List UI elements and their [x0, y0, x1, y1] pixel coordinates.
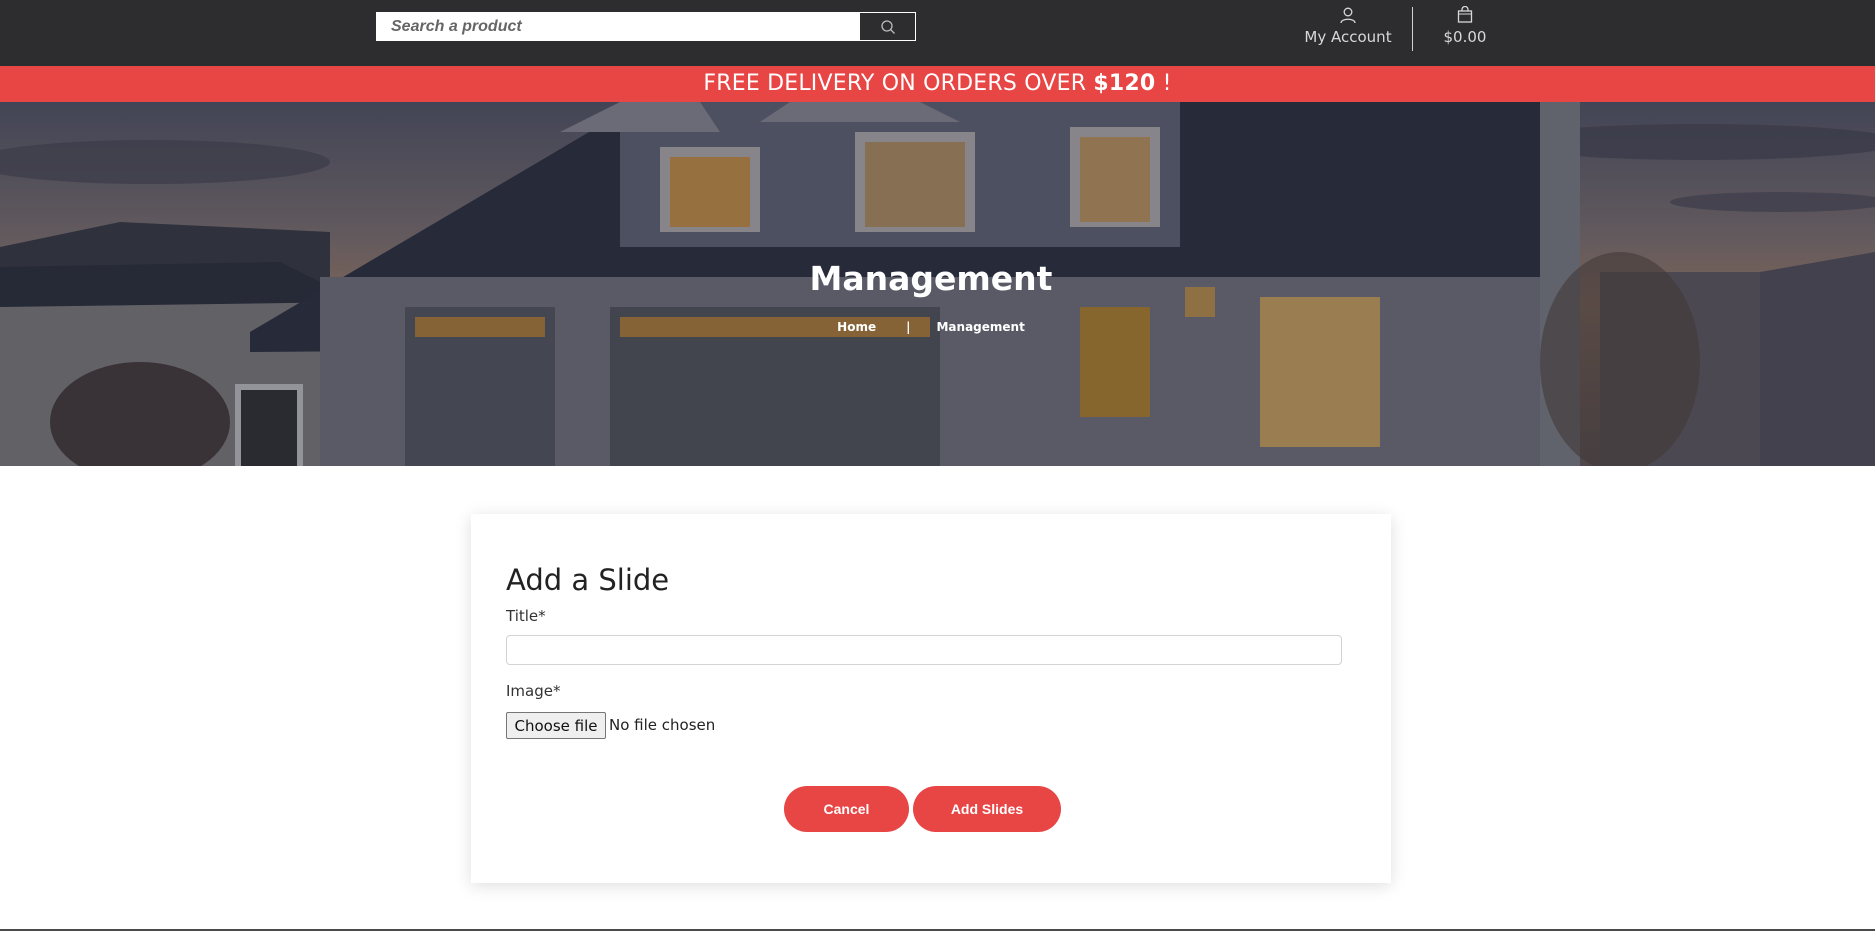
- promo-amount: $120: [1093, 71, 1156, 96]
- file-status: No file chosen: [609, 716, 716, 734]
- title-label: Title*: [506, 607, 546, 625]
- cart-total: $0.00: [1443, 28, 1487, 46]
- search-button[interactable]: [859, 12, 916, 41]
- free-delivery-banner: FREE DELIVERY ON ORDERS OVER $120 !: [0, 66, 1875, 102]
- choose-file-button[interactable]: Choose file: [506, 712, 606, 739]
- cart-link[interactable]: $0.00: [1430, 5, 1500, 52]
- my-account-link[interactable]: My Account: [1298, 6, 1398, 52]
- top-navigation-bar: My Account $0.00: [0, 0, 1875, 66]
- search-icon: [880, 19, 895, 34]
- hero-banner: Management Home | Management: [0, 102, 1875, 466]
- breadcrumb-separator: |: [906, 320, 911, 334]
- promo-text: FREE DELIVERY ON ORDERS OVER: [703, 71, 1094, 96]
- my-account-label: My Account: [1304, 28, 1392, 46]
- search-input[interactable]: [376, 12, 859, 41]
- title-input[interactable]: [506, 635, 1342, 665]
- shopping-bag-icon: [1430, 5, 1500, 28]
- cancel-button[interactable]: Cancel: [784, 786, 909, 832]
- breadcrumb-current: Management: [936, 320, 1025, 334]
- breadcrumb-home[interactable]: Home: [837, 320, 876, 334]
- add-slide-form: Add a Slide Title* Image* Choose file No…: [471, 514, 1391, 883]
- user-icon: [1298, 6, 1398, 28]
- add-slides-button[interactable]: Add Slides: [913, 786, 1061, 832]
- header-divider: [1412, 7, 1413, 51]
- breadcrumb: Home | Management: [0, 320, 1862, 334]
- form-heading: Add a Slide: [506, 563, 670, 597]
- page-title: Management: [809, 259, 1053, 298]
- image-label: Image*: [506, 682, 561, 700]
- promo-text-end: !: [1155, 71, 1172, 96]
